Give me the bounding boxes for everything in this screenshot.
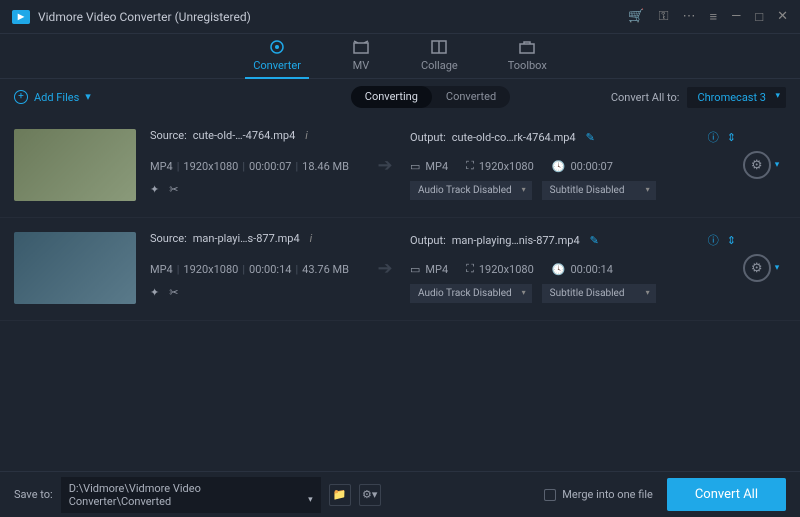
- toolbox-icon: [517, 39, 537, 55]
- subtitle-select[interactable]: Subtitle Disabled: [542, 284, 656, 303]
- edit-icon[interactable]: ✎: [590, 234, 599, 247]
- merge-checkbox[interactable]: [544, 489, 556, 501]
- audio-track-select[interactable]: Audio Track Disabled: [410, 181, 532, 200]
- tab-collage[interactable]: Collage: [421, 39, 458, 78]
- source-meta: MP4|1920x1080|00:00:14|43.76 MB: [150, 263, 368, 276]
- thumbnail[interactable]: [14, 129, 136, 201]
- app-title: Vidmore Video Converter (Unregistered): [38, 10, 251, 24]
- source-meta: MP4|1920x1080|00:00:07|18.46 MB: [150, 160, 368, 173]
- cart-icon[interactable]: 🛒: [628, 9, 644, 24]
- resolution-icon: ⛶: [466, 262, 474, 276]
- tab-converted[interactable]: Converted: [432, 86, 510, 108]
- clock-icon: 🕓: [552, 160, 566, 173]
- file-list: Source: cute-old-…-4764.mp4 i MP4|1920x1…: [0, 115, 800, 471]
- output-filename: cute-old-co…rk-4764.mp4: [452, 131, 576, 144]
- format-icon: ▭: [410, 160, 420, 173]
- audio-track-select[interactable]: Audio Track Disabled: [410, 284, 532, 303]
- source-filename: man-playi…s-877.mp4: [193, 232, 300, 245]
- plus-icon: +: [14, 90, 28, 104]
- trim-icon[interactable]: ✂: [169, 183, 178, 196]
- effects-icon[interactable]: ✦: [150, 183, 159, 196]
- close-icon[interactable]: ✕: [777, 9, 788, 24]
- tab-toolbox[interactable]: Toolbox: [508, 39, 547, 78]
- source-label: Source:: [150, 232, 187, 245]
- convert-all-group: Convert All to: Chromecast 3: [611, 87, 786, 108]
- save-path-select[interactable]: D:\Vidmore\Vidmore Video Converter\Conve…: [61, 477, 321, 513]
- info-icon[interactable]: i: [310, 232, 313, 245]
- compress-icon[interactable]: ⇕: [727, 131, 736, 144]
- add-files-button[interactable]: + Add Files ▾: [14, 90, 91, 104]
- file-item: Source: man-playi…s-877.mp4 i MP4|1920x1…: [0, 218, 800, 321]
- info-circle-icon[interactable]: ⓘ: [708, 129, 719, 145]
- output-settings-icon[interactable]: ⚙: [743, 254, 771, 282]
- thumbnail[interactable]: [14, 232, 136, 304]
- menu-icon[interactable]: ≡: [709, 9, 717, 25]
- settings-icon[interactable]: ⚙▾: [359, 484, 381, 506]
- minimize-icon[interactable]: —: [731, 9, 741, 24]
- effects-icon[interactable]: ✦: [150, 286, 159, 299]
- source-label: Source:: [150, 129, 187, 142]
- format-icon: ▭: [410, 263, 420, 276]
- convert-all-select[interactable]: Chromecast 3: [687, 87, 786, 108]
- toolbar: + Add Files ▾ Converting Converted Conve…: [0, 79, 800, 115]
- info-icon[interactable]: i: [305, 129, 308, 142]
- key-icon[interactable]: ⚿: [659, 9, 669, 24]
- tab-mv[interactable]: MV: [351, 39, 371, 78]
- merge-label: Merge into one file: [562, 488, 653, 501]
- source-filename: cute-old-…-4764.mp4: [193, 129, 296, 142]
- status-tabs: Converting Converted: [351, 86, 510, 108]
- bottom-bar: Save to: D:\Vidmore\Vidmore Video Conver…: [0, 471, 800, 517]
- tab-converting[interactable]: Converting: [351, 86, 432, 108]
- chevron-down-icon[interactable]: ▾: [775, 160, 780, 170]
- main-tabs: Converter MV Collage Toolbox: [0, 34, 800, 79]
- maximize-icon[interactable]: □: [755, 9, 763, 25]
- feedback-icon[interactable]: ⋯: [682, 9, 695, 24]
- info-circle-icon[interactable]: ⓘ: [708, 232, 719, 248]
- file-item: Source: cute-old-…-4764.mp4 i MP4|1920x1…: [0, 115, 800, 218]
- chevron-down-icon: ▾: [85, 90, 91, 103]
- arrow-icon: ➔: [368, 232, 402, 304]
- clock-icon: 🕓: [552, 263, 566, 276]
- output-label: Output:: [410, 234, 446, 247]
- output-settings-icon[interactable]: ⚙: [743, 151, 771, 179]
- merge-group: Merge into one file: [544, 488, 653, 501]
- resolution-icon: ⛶: [466, 159, 474, 173]
- output-label: Output:: [410, 131, 446, 144]
- titlebar: ▶ Vidmore Video Converter (Unregistered)…: [0, 0, 800, 34]
- save-to-label: Save to:: [14, 488, 53, 501]
- convert-all-label: Convert All to:: [611, 91, 680, 104]
- collage-icon: [429, 39, 449, 55]
- edit-icon[interactable]: ✎: [586, 131, 595, 144]
- arrow-icon: ➔: [368, 129, 402, 201]
- mv-icon: [351, 39, 371, 55]
- subtitle-select[interactable]: Subtitle Disabled: [542, 181, 656, 200]
- tab-converter[interactable]: Converter: [253, 39, 301, 78]
- chevron-down-icon[interactable]: ▾: [775, 263, 780, 273]
- converter-icon: [267, 39, 287, 55]
- compress-icon[interactable]: ⇕: [727, 234, 736, 247]
- output-filename: man-playing…nis-877.mp4: [452, 234, 580, 247]
- trim-icon[interactable]: ✂: [169, 286, 178, 299]
- open-folder-icon[interactable]: 📁: [329, 484, 351, 506]
- convert-all-button[interactable]: Convert All: [667, 478, 786, 511]
- app-logo: ▶: [12, 10, 30, 24]
